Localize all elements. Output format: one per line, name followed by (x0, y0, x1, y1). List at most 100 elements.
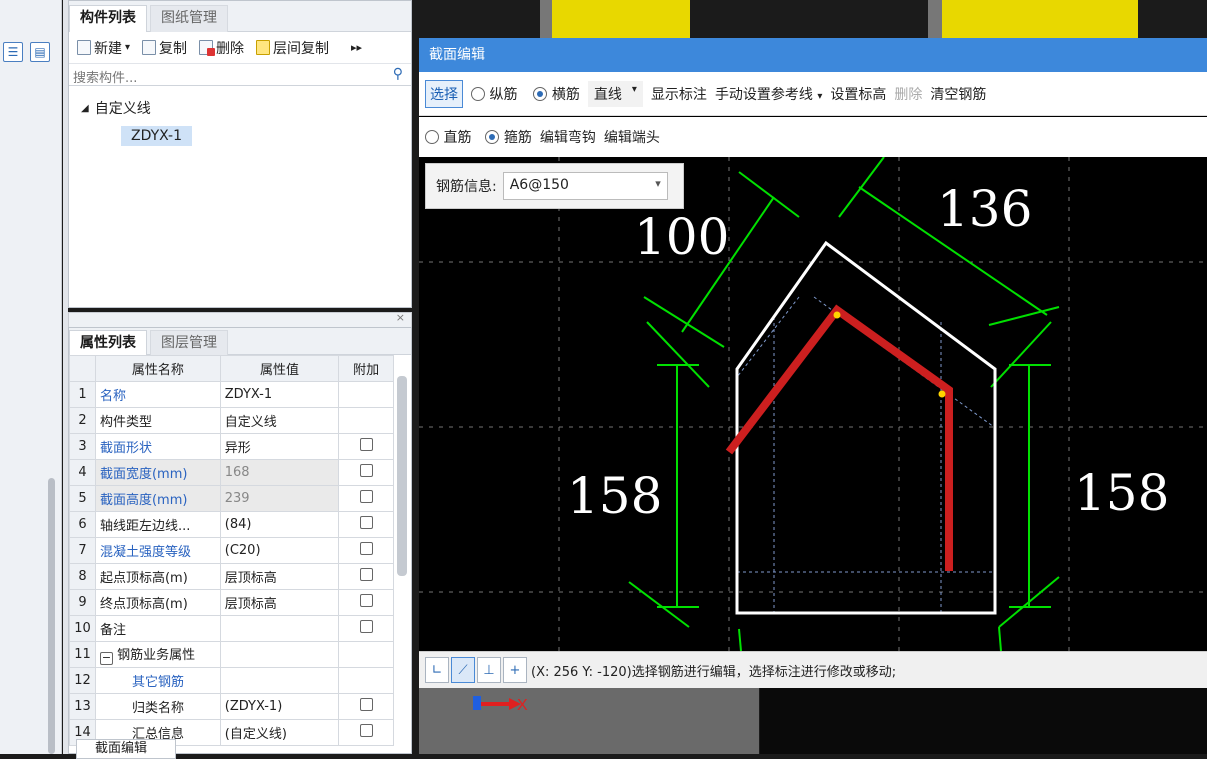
copy-icon (142, 40, 157, 55)
straight-radio[interactable]: 直筋 (425, 127, 471, 147)
search-icon[interactable]: ⚲ (393, 66, 403, 82)
table-row[interactable]: 7 混凝土强度等级 (C20) (69, 537, 394, 564)
checkbox[interactable] (359, 594, 373, 607)
delete-button-disabled[interactable]: 删除 (894, 84, 922, 104)
copy-button[interactable]: 复制 (142, 38, 187, 58)
chevron-down-icon: ▾ (817, 90, 823, 102)
component-tree: ◢ 自定义线 ZDYX-1 (69, 86, 411, 156)
table-row[interactable]: 2 构件类型 自定义线 (69, 407, 394, 434)
table-row[interactable]: 12 其它钢筋 (69, 667, 394, 694)
radio-on-icon (485, 130, 500, 144)
clear-rebar-button[interactable]: 清空钢筋 (930, 84, 986, 104)
chevron-down-icon: ▾ (631, 83, 637, 95)
rebar-point[interactable] (833, 311, 841, 319)
new-icon (77, 40, 91, 55)
dim-top-left[interactable]: 100 (634, 208, 729, 266)
table-row[interactable]: 8 起点顶标高(m) 层顶标高 (69, 563, 394, 590)
rebar-point[interactable] (938, 390, 946, 398)
delete-icon (199, 40, 216, 56)
dialog-toolbar-1: 选择 纵筋 横筋 直线 ▾ 显示标注 手动设置参考线 ▾ 设置标高 删除 清空钢筋 (419, 72, 1207, 116)
floor-copy-button[interactable]: 层间复制 (256, 38, 329, 58)
svg-text:X: X (517, 697, 528, 714)
rebar-info-box: 钢筋信息: A6@150 (425, 163, 684, 209)
delete-button[interactable]: 删除 (199, 38, 244, 58)
table-row[interactable]: 9 终点顶标高(m) 层顶标高 (69, 589, 394, 616)
dim-right[interactable]: 158 (1074, 464, 1169, 522)
list-view-icon[interactable]: ☰ (3, 42, 23, 62)
properties-panel: 属性列表 图层管理 属性名称 属性值 附加 1 名称 ZDYX-1 2 构件类型 自定义… (68, 327, 412, 754)
checkbox[interactable] (359, 620, 373, 633)
header-value: 属性值 (219, 355, 340, 382)
edit-end-button[interactable]: 编辑端头 (604, 127, 660, 147)
tree-leaf-selected[interactable]: ZDYX-1 (121, 126, 193, 146)
offset-icon[interactable]: + (503, 657, 527, 683)
checkbox[interactable] (359, 568, 373, 581)
line-type-select[interactable]: 直线 ▾ (587, 80, 643, 107)
section-canvas[interactable]: 100 136 158 158 (419, 156, 1207, 652)
tree-node-root[interactable]: ◢ 自定义线 (81, 96, 399, 120)
header-extra: 附加 (338, 355, 394, 382)
table-row[interactable]: 4 截面宽度(mm) 168 (69, 459, 394, 486)
perpendicular-icon[interactable]: ⊥ (477, 657, 501, 683)
show-dimension-button[interactable]: 显示标注 (651, 84, 707, 104)
axis-gizmo: X (473, 696, 528, 714)
table-row[interactable]: 11− 钢筋业务属性 (69, 641, 394, 668)
edit-hook-button[interactable]: 编辑弯钩 (540, 127, 596, 147)
more-icon[interactable]: ▸▸ (351, 41, 362, 54)
snap-line-icon[interactable]: ⟋ (451, 657, 475, 683)
search-input[interactable]: 搜索构件... ⚲ (69, 64, 411, 86)
properties-table: 属性名称 属性值 附加 1 名称 ZDYX-1 2 构件类型 自定义线 3 截面形状 异形 … (69, 355, 394, 746)
section-outline[interactable] (735, 240, 997, 615)
collapse-box-icon[interactable]: − (99, 652, 113, 665)
table-row[interactable]: 5 截面高度(mm) 239 (69, 485, 394, 512)
set-elevation-button[interactable]: 设置标高 (830, 84, 886, 104)
card-view-icon[interactable]: ▤ (30, 42, 50, 62)
table-row[interactable]: 10 备注 (69, 615, 394, 642)
dialog-statusbar: ∟ ⟋ ⊥ + (X: 256 Y: -120)选择钢筋进行编辑，选择标注进行修… (419, 651, 1207, 688)
table-row[interactable]: 13 归类名称 (ZDYX-1) (69, 693, 394, 720)
collapse-icon[interactable]: ◢ (81, 103, 89, 114)
tab-section-edit[interactable]: 截面编辑 (76, 739, 176, 759)
tab-drawing-management[interactable]: 图纸管理 (150, 5, 228, 32)
grid-lines (419, 157, 1207, 651)
checkbox[interactable] (359, 464, 373, 477)
checkbox[interactable] (359, 698, 373, 711)
reference-lines (736, 296, 995, 613)
table-row[interactable]: 3 截面形状 异形 (69, 433, 394, 460)
component-tabbar: 构件列表 图纸管理 (69, 1, 411, 32)
section-drawing[interactable]: 100 136 158 158 (419, 156, 1207, 652)
tab-component-list[interactable]: 构件列表 (69, 5, 147, 32)
longitudinal-radio[interactable]: 纵筋 (471, 84, 517, 104)
new-button[interactable]: 新建 ▾ (77, 38, 130, 58)
radio-off-icon (471, 86, 485, 101)
left-scrollbar[interactable] (48, 478, 55, 754)
table-row[interactable]: 1 名称 ZDYX-1 (69, 381, 394, 408)
table-row[interactable]: 6 轴线距左边线... (84) (69, 511, 394, 538)
status-text: (X: 256 Y: -120)选择钢筋进行编辑，选择标注进行修改或移动; (531, 664, 897, 680)
checkbox[interactable] (359, 438, 373, 451)
viewport-floor-2 (760, 688, 1207, 754)
close-icon[interactable]: × (396, 311, 405, 324)
checkbox[interactable] (359, 724, 373, 737)
ortho-icon[interactable]: ∟ (425, 657, 449, 683)
dim-left[interactable]: 158 (567, 467, 662, 525)
checkbox[interactable] (359, 516, 373, 529)
transverse-radio[interactable]: 横筋 (533, 84, 580, 104)
props-scrollbar[interactable] (397, 376, 407, 576)
radio-off-icon (425, 130, 439, 144)
rebar-stirrup[interactable] (725, 304, 953, 571)
dim-top-right[interactable]: 136 (937, 180, 1032, 238)
stirrup-radio[interactable]: 箍筋 (485, 127, 532, 147)
select-button[interactable]: 选择 (425, 79, 463, 108)
tab-layer-management[interactable]: 图层管理 (150, 330, 228, 355)
dialog-title: 截面编辑 (419, 38, 1207, 72)
checkbox[interactable] (359, 490, 373, 503)
checkbox[interactable] (359, 542, 373, 555)
tab-property-list[interactable]: 属性列表 (69, 330, 147, 355)
component-toolbar: 新建 ▾ 复制 删除 层间复制 ▸▸ (69, 32, 411, 64)
set-reference-button[interactable]: 手动设置参考线 ▾ (715, 84, 822, 104)
rebar-info-select[interactable]: A6@150 (502, 172, 668, 200)
dialog-toolbar-2: 直筋 箍筋 编辑弯钩 编辑端头 (419, 117, 1207, 157)
viewport-block-2 (928, 0, 1138, 38)
header-name: 属性名称 (94, 355, 221, 382)
